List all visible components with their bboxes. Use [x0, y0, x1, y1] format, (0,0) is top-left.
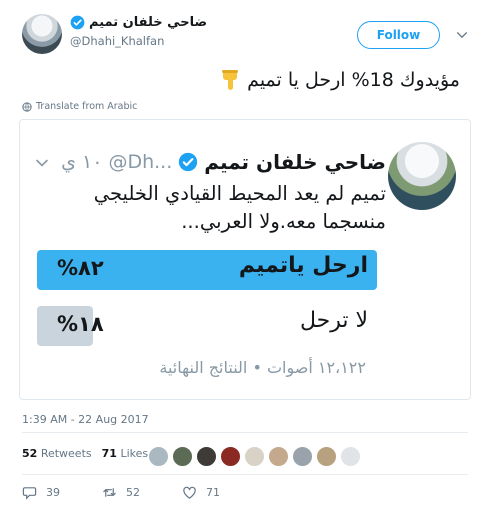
chevron-down-icon[interactable] — [455, 28, 469, 42]
liker-avatar[interactable] — [172, 446, 193, 467]
translate-link[interactable]: Translate from Arabic — [22, 101, 137, 112]
verified-badge-icon — [179, 152, 198, 172]
globe-icon — [22, 101, 32, 112]
retweet-icon — [103, 488, 116, 497]
poll-meta: ١٢،١٢٢ أصوات • النتائج النهائية — [159, 358, 366, 377]
verified-badge-icon — [70, 15, 85, 30]
author-handle[interactable]: @Dhahi_Khalfan — [70, 34, 164, 48]
embedded-avatar — [388, 142, 456, 210]
liker-avatar[interactable] — [340, 446, 361, 467]
embedded-name-row: ضاحي خلفان تميم @Dh... ١٠ ي — [61, 150, 386, 174]
poll-option-percent: %٨٢ — [57, 256, 104, 280]
likes-count: 71 — [101, 447, 117, 460]
liker-avatar[interactable] — [292, 446, 313, 467]
liker-avatar[interactable] — [148, 446, 169, 467]
liker-avatars — [148, 446, 361, 467]
tweet-media-image[interactable]: ضاحي خلفان تميم @Dh... ١٠ ي تميم لم يعد … — [19, 119, 471, 400]
divider — [22, 432, 468, 433]
liker-avatar[interactable] — [220, 446, 241, 467]
liker-avatar[interactable] — [268, 446, 289, 467]
translate-label[interactable]: Translate from Arabic — [36, 101, 137, 112]
tweet-actions: 39 52 71 — [22, 485, 262, 500]
retweets-label: Retweets — [40, 447, 92, 460]
author-avatar[interactable] — [22, 14, 62, 54]
reply-button[interactable]: 39 — [22, 485, 60, 500]
likes-stat[interactable]: 71 Likes — [102, 447, 148, 460]
embedded-handle: @Dh... — [108, 151, 173, 173]
retweets-count: 52 — [22, 447, 38, 460]
reply-count: 39 — [46, 486, 60, 499]
heart-icon — [183, 486, 196, 499]
divider — [22, 474, 468, 475]
author-display-name[interactable]: ضاحي خلفان تميم — [89, 15, 207, 30]
tweet-text-row: مؤيدوك 18% ارحل يا تميم — [219, 68, 460, 92]
follow-button[interactable]: Follow — [357, 21, 440, 49]
tweet-timestamp[interactable]: 1:39 AM - 22 Aug 2017 — [22, 413, 149, 426]
embedded-time: ١٠ ي — [61, 151, 103, 173]
liker-avatar[interactable] — [244, 446, 265, 467]
tweet-text: مؤيدوك 18% ارحل يا تميم — [247, 69, 460, 91]
like-button[interactable]: 71 — [182, 485, 220, 500]
embedded-display-name: ضاحي خلفان تميم — [204, 150, 386, 174]
pointing-down-icon — [222, 70, 239, 90]
liker-avatar[interactable] — [316, 446, 337, 467]
likes-label: Likes — [120, 447, 149, 460]
retweets-stat[interactable]: 52 Retweets — [22, 447, 92, 460]
retweet-count: 52 — [126, 486, 140, 499]
poll-option-percent: %١٨ — [57, 312, 104, 336]
embedded-tweet-text: تميم لم يعد المحيط القيادي الخليجي منسجم… — [93, 182, 386, 233]
author-name-row[interactable]: ضاحي خلفان تميم — [70, 15, 207, 30]
poll-option-label: ارحل ياتميم — [238, 253, 368, 278]
poll-option-label: لا ترحل — [299, 308, 368, 333]
retweet-button[interactable]: 52 — [102, 485, 140, 500]
tweet-stats: 52 Retweets 71 Likes — [22, 447, 148, 460]
liker-avatar[interactable] — [196, 446, 217, 467]
like-count: 71 — [206, 486, 220, 499]
chevron-down-icon — [36, 159, 48, 167]
reply-icon — [22, 487, 37, 500]
